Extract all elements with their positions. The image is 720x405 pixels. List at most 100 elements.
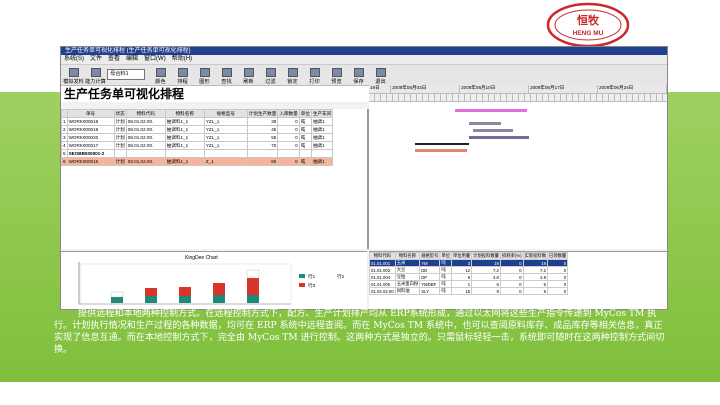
toolbar-graph-button[interactable]: 图形: [194, 68, 215, 85]
menu-edit[interactable]: 编辑: [126, 55, 138, 64]
legend-label: 行3: [308, 282, 316, 289]
toolbar-filter-button[interactable]: 过滤: [260, 68, 281, 85]
col-number[interactable]: 单号: [66, 109, 115, 118]
chart-bar: [213, 283, 225, 295]
save-icon: [353, 68, 364, 77]
task-grid: 单号 状态 物料代码 物料名称 规格型号 计划生产数量 入库数量 单位 生产车间…: [61, 109, 369, 249]
table-row[interactable]: 2 WORK000019 计划 08.01.02.00. 抽调料1_1 YZL_1 45 0 吨…: [61, 125, 334, 134]
table-row[interactable]: 01.01.004 豆粕 DP 吨 8 4.8 0 4.8 0: [369, 273, 569, 281]
chart-bar: [213, 295, 225, 303]
legend-label: 行2: [337, 273, 345, 280]
gantt-bar[interactable]: [415, 143, 469, 145]
toolbar-preview-button[interactable]: 预览: [326, 68, 347, 85]
toolbar-find-button[interactable]: 查找: [216, 68, 237, 85]
toolbar-lock-button[interactable]: 锁定: [282, 68, 303, 85]
toolbar: 模拟发料 能力计算 母合料1 颜色 排程 图形 查找 刷新 过滤 锁定 打印 预…: [61, 65, 667, 86]
chart-svg: KingDee Chart 行1 行3 行2: [78, 255, 345, 305]
material-table-pane: 物料代码 物料名称 规格型号 单位 单位用量 计划投料数量 损耗率(%) 实际投…: [369, 251, 667, 309]
task-table-header: 单号 状态 物料代码 物料名称 规格型号 计划生产数量 入库数量 单位 生产车间: [61, 109, 334, 118]
table-row[interactable]: 5 SEOBB000001-2: [61, 149, 334, 158]
schedule-icon: [177, 68, 188, 77]
gantt-bar[interactable]: [473, 129, 513, 132]
col-unit[interactable]: 单位: [298, 109, 312, 118]
toolbar-simulate-button[interactable]: 模拟发料: [63, 68, 84, 85]
bottom-strip: [0, 382, 720, 405]
description-text: 提供远程和本地两种控制方式。在远程控制方式下，配方、生产计划排产均从 ERP系统…: [54, 309, 665, 355]
col-material-name[interactable]: 物料名称: [164, 109, 205, 118]
graph-icon: [199, 68, 210, 77]
task-table: 单号 状态 物料代码 物料名称 规格型号 计划生产数量 入库数量 单位 生产车间…: [61, 109, 334, 166]
toolbar-refresh-button[interactable]: 刷新: [238, 68, 259, 85]
table-row[interactable]: 01.01.002 大豆 DD 吨 12 7.2 0 7.2 0: [369, 266, 569, 274]
lock-icon: [287, 68, 298, 77]
toolbar-print-button[interactable]: 打印: [304, 68, 325, 85]
gantt-chart[interactable]: 19日 2009年06月03日 2009年06月10日 2009年06月17日 …: [369, 85, 667, 249]
chart-bar: [247, 278, 259, 295]
find-icon: [221, 68, 232, 77]
chart-bar: [110, 291, 124, 298]
color-icon: [155, 68, 166, 77]
filter-icon: [265, 68, 276, 77]
erp-screenshot: 生产任务单可视化排程 (生产任务单可视化排程) 系统(S) 文件 查看 编辑 窗…: [60, 46, 668, 310]
chart-bar: [145, 296, 157, 303]
legend-label: 行1: [308, 273, 316, 280]
menu-view[interactable]: 查看: [108, 55, 120, 64]
chart-bar: [145, 288, 157, 296]
workshop-combo[interactable]: 母合料1: [107, 69, 145, 80]
col-in-qty[interactable]: 入库数量: [277, 109, 300, 118]
refresh-icon: [243, 68, 254, 77]
toolbar-save-button[interactable]: 保存: [348, 68, 369, 85]
chart-bar: [179, 296, 191, 303]
menu-bar: 系统(S) 文件 查看 编辑 窗口(W) 帮助(H): [61, 55, 667, 65]
gantt-date: 2009年06月24日: [598, 85, 667, 93]
table-row-selected[interactable]: 01.01.001 玉米 YM 吨 3 19 0 19 0: [369, 259, 569, 267]
col-plan-qty[interactable]: 计划生产数量: [246, 109, 279, 118]
legend-swatch: [299, 274, 305, 278]
table-row-selected[interactable]: 6 WORK000016 计划 08.01.02.00. 抽调料1_1 Z_1 60 0 吨抽调…: [61, 157, 334, 166]
legend-swatch: [299, 283, 305, 287]
preview-icon: [331, 68, 342, 77]
simulate-icon: [68, 68, 79, 77]
print-icon: [309, 68, 320, 77]
col-spec[interactable]: 规格型号: [203, 109, 248, 118]
chart-bar: [247, 295, 259, 303]
chart-bar: [111, 297, 123, 303]
table-row[interactable]: 1 WORK000018 计划 08.01.02.00. 抽调料1_1 YZL_1 39 0 吨…: [61, 117, 334, 126]
gantt-bar[interactable]: [469, 136, 529, 139]
col-status[interactable]: 状态: [113, 109, 127, 118]
col-workshop[interactable]: 生产车间: [310, 109, 334, 118]
window-title: 生产任务单可视化排程 (生产任务单可视化排程): [61, 47, 667, 55]
gantt-date: 2009年06月10日: [460, 85, 530, 93]
toolbar-exit-button[interactable]: 退出: [370, 68, 391, 85]
chart-bar: [179, 287, 191, 296]
gantt-date: 19日: [369, 85, 392, 93]
menu-system[interactable]: 系统(S): [64, 55, 84, 64]
toolbar-capacity-button[interactable]: 能力计算: [85, 68, 106, 85]
gantt-date: 2009年06月03日: [391, 85, 461, 93]
material-table-header: 物料代码 物料名称 规格型号 单位 单位用量 计划投料数量 损耗率(%) 实际投…: [369, 252, 569, 260]
toolbar-color-button[interactable]: 颜色: [150, 68, 171, 85]
chart-bar: [246, 269, 260, 279]
capacity-icon: [90, 68, 101, 77]
table-row[interactable]: 01.01.005 玉米蛋白粉 YMDBF 吨 1 6 0 6 0: [369, 280, 569, 288]
col-material-code[interactable]: 物料代码: [125, 109, 166, 118]
exit-icon: [375, 68, 386, 77]
logo-latin: HENG MU: [573, 30, 604, 37]
menu-help[interactable]: 帮助(H): [172, 55, 192, 64]
material-table: 物料代码 物料名称 规格型号 单位 单位用量 计划投料数量 损耗率(%) 实际投…: [369, 252, 569, 295]
menu-window[interactable]: 窗口(W): [144, 55, 166, 64]
chart-title: KingDee Chart: [185, 255, 218, 261]
heng-mu-logo: 恒牧 HENG MU: [546, 2, 630, 48]
logo-text: 恒牧: [577, 13, 600, 27]
gantt-day-scale: [369, 94, 667, 102]
table-row[interactable]: 4 WORK000017 计划 08.01.02.00. 抽调料1_1 YZL_1 70 0 吨…: [61, 141, 334, 150]
gantt-bar[interactable]: [469, 122, 501, 125]
toolbar-schedule-button[interactable]: 排程: [172, 68, 193, 85]
gantt-date-header: 19日 2009年06月03日 2009年06月10日 2009年06月17日 …: [369, 85, 667, 94]
table-row[interactable]: 01.02.02.00 饲料油 SLY 吨 15 9 0 9 0: [369, 287, 569, 295]
gantt-bar[interactable]: [415, 149, 467, 152]
menu-file[interactable]: 文件: [90, 55, 102, 64]
table-row[interactable]: 3 WORK000020 计划 08.01.02.00. 抽调料1_1 YZL_1 55 0 吨…: [61, 133, 334, 142]
kingdee-chart: KingDee Chart 行1 行3 行2: [61, 251, 367, 309]
gantt-bar[interactable]: [455, 109, 527, 112]
